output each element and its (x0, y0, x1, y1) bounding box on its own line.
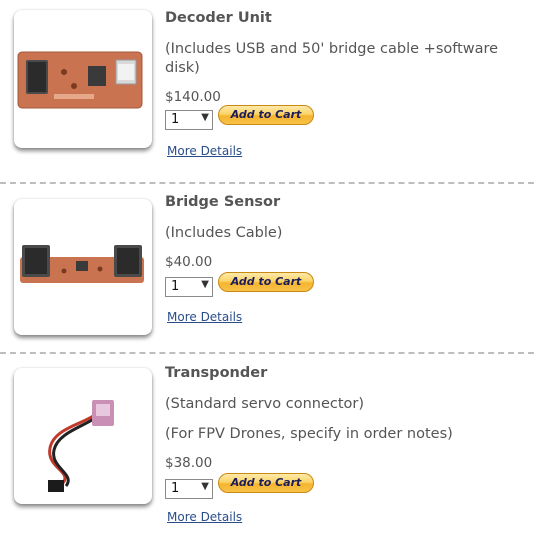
product-separator (0, 182, 534, 184)
more-details-link[interactable]: More Details (167, 144, 242, 158)
more-details-link[interactable]: More Details (167, 310, 242, 324)
chevron-down-icon: ▼ (201, 279, 209, 290)
chevron-down-icon: ▼ (201, 112, 209, 123)
quantity-select[interactable]: 1 ▼ (165, 479, 213, 499)
quantity-select[interactable]: 1 ▼ (165, 110, 213, 130)
product-description-line: (Includes Cable) (165, 225, 283, 241)
product-price: $40.00 (165, 254, 213, 270)
quantity-value: 1 (171, 279, 180, 294)
product-title: Bridge Sensor (165, 194, 281, 210)
quantity-select[interactable]: 1 ▼ (165, 277, 213, 297)
product-price: $38.00 (165, 455, 213, 471)
product-description-line: disk) (165, 60, 200, 76)
add-to-cart-button[interactable]: Add to Cart (218, 272, 314, 292)
product-separator (0, 352, 534, 354)
product-image-transponder[interactable] (14, 368, 152, 504)
quantity-value: 1 (171, 112, 180, 127)
product-title: Transponder (165, 365, 268, 381)
decoder-board-image (17, 51, 143, 109)
bridge-sensor-board-image (20, 245, 144, 283)
product-description-line: (Standard servo connector) (165, 396, 365, 412)
product-image-decoder-unit[interactable] (14, 10, 152, 148)
product-price: $140.00 (165, 89, 221, 105)
add-to-cart-button[interactable]: Add to Cart (218, 473, 314, 493)
product-description-line: (Includes USB and 50' bridge cable +soft… (165, 41, 499, 57)
product-description-line: (For FPV Drones, specify in order notes) (165, 426, 453, 442)
more-details-link[interactable]: More Details (167, 510, 242, 524)
add-to-cart-button[interactable]: Add to Cart (218, 105, 314, 125)
product-image-bridge-sensor[interactable] (14, 199, 152, 335)
quantity-value: 1 (171, 481, 180, 496)
transponder-image (48, 400, 114, 492)
chevron-down-icon: ▼ (201, 481, 209, 492)
product-title: Decoder Unit (165, 10, 272, 26)
